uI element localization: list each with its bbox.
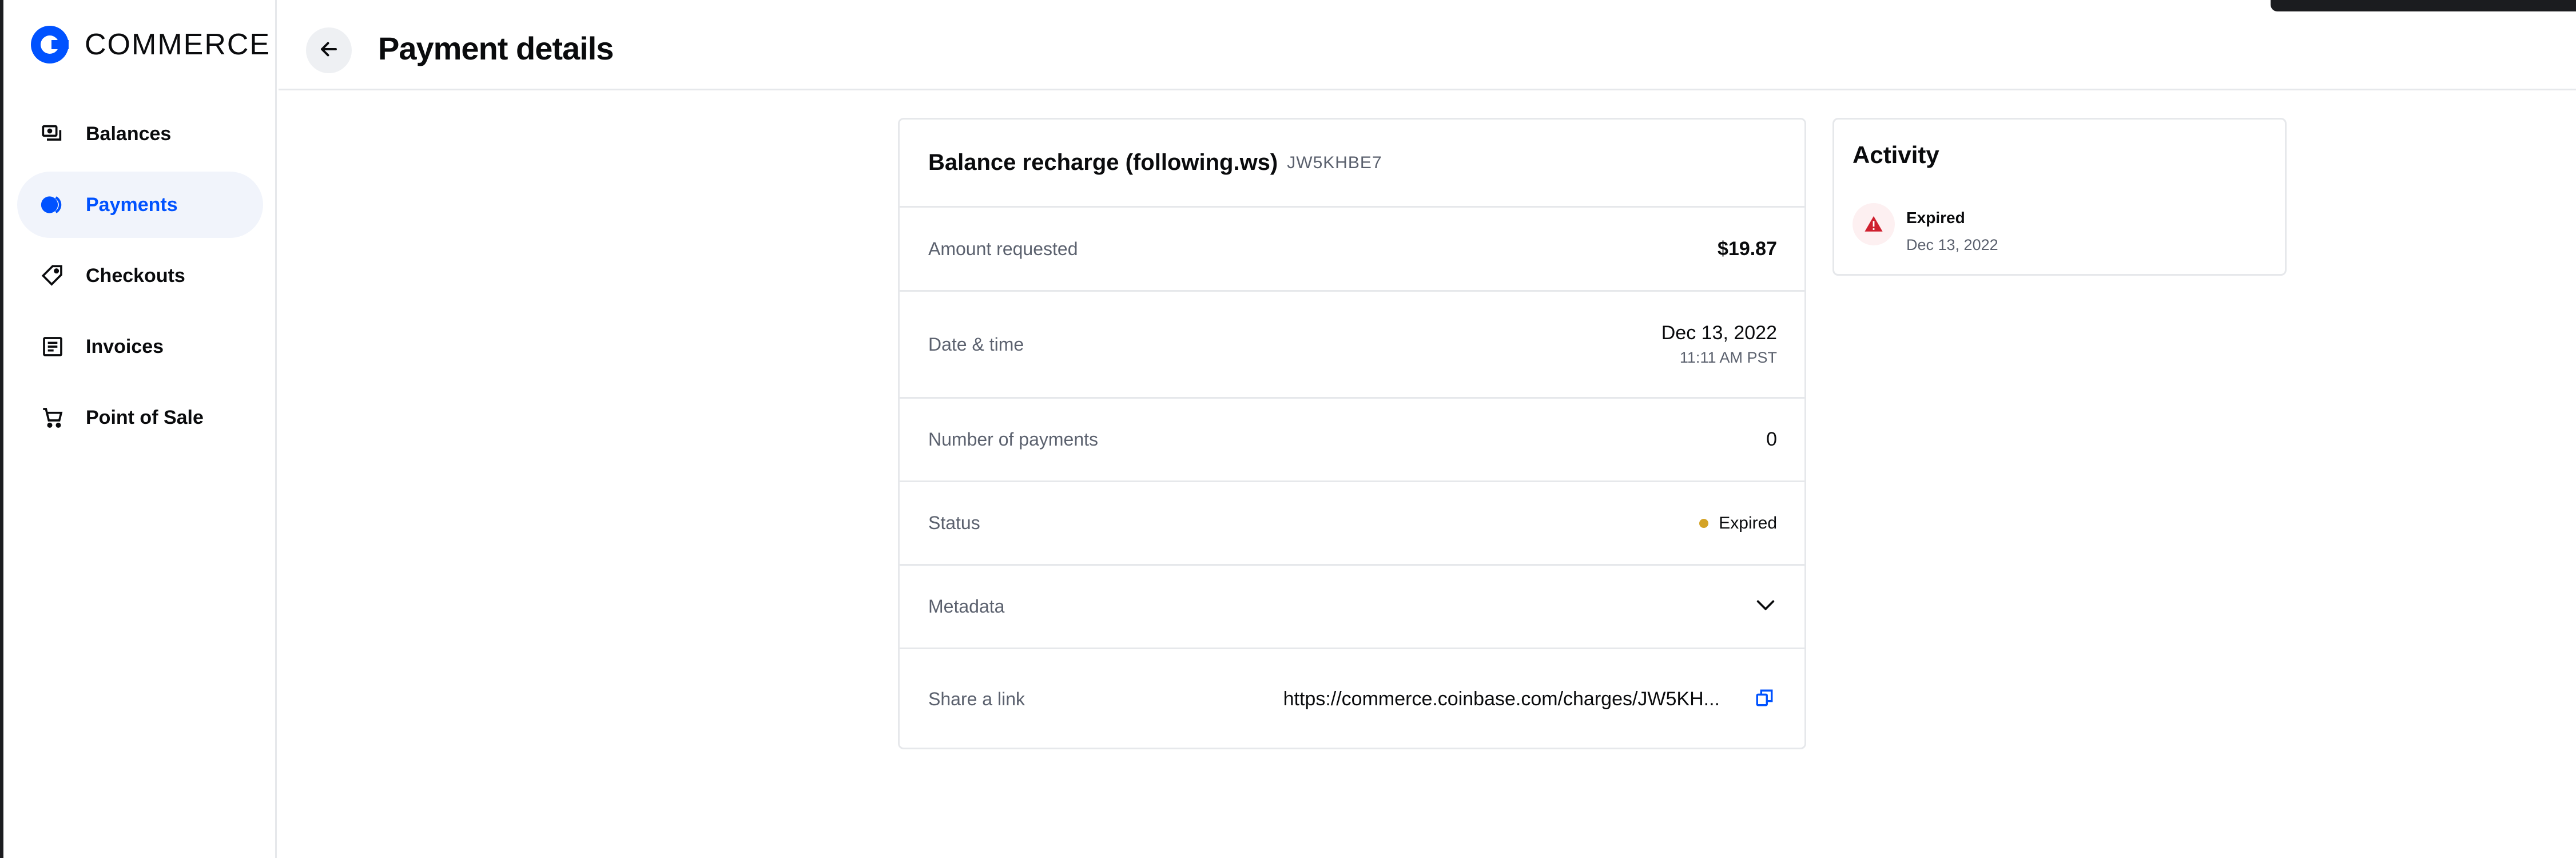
num-payments-row: Number of payments 0 (900, 399, 1804, 482)
arrow-left-icon (319, 39, 339, 62)
brand-name: COMMERCE (85, 28, 271, 61)
payment-details-card: Balance recharge (following.ws) JW5KHBE7… (898, 118, 1806, 749)
card-header: Balance recharge (following.ws) JW5KHBE7 (900, 120, 1804, 208)
num-payments-value: 0 (1766, 428, 1777, 450)
sidebar-item-checkouts[interactable]: Checkouts (17, 243, 263, 309)
metadata-label: Metadata (928, 596, 1005, 617)
activity-card: Activity Expired Dec 13, 2022 (1832, 118, 2287, 276)
status-row: Status Expired (900, 482, 1804, 566)
status-badge: Expired (1699, 514, 1777, 533)
status-dot-icon (1699, 518, 1709, 528)
share-label: Share a link (928, 688, 1025, 709)
payment-code: JW5KHBE7 (1287, 153, 1382, 172)
activity-event-status: Expired (1906, 209, 1965, 227)
amount-value: $19.87 (1718, 237, 1777, 260)
datetime-label: Date & time (928, 333, 1024, 355)
metadata-row[interactable]: Metadata (900, 566, 1804, 649)
num-payments-label: Number of payments (928, 429, 1099, 450)
payments-icon (40, 192, 65, 217)
tag-icon (40, 263, 65, 288)
chevron-down-icon[interactable] (1754, 594, 1777, 619)
sidebar-item-label: Point of Sale (86, 406, 204, 428)
sidebar-item-balances[interactable]: Balances (17, 101, 263, 167)
sidebar-item-label: Payments (86, 193, 178, 216)
coinbase-logo-icon (31, 26, 69, 63)
copy-button[interactable] (1752, 686, 1777, 712)
warning-icon (1853, 203, 1895, 245)
time-value: 11:11 AM PST (1679, 349, 1777, 366)
sidebar-item-point-of-sale[interactable]: Point of Sale (17, 384, 263, 451)
activity-event-date: Dec 13, 2022 (1906, 236, 1998, 253)
copy-icon (1755, 688, 1774, 710)
sidebar-nav: Balances Payments Checkouts Invoices Poi… (17, 101, 263, 455)
sidebar-item-payments[interactable]: Payments (17, 172, 263, 238)
status-label: Status (928, 513, 980, 533)
sidebar-item-label: Checkouts (86, 264, 185, 287)
datetime-value: Dec 13, 2022 11:11 AM PST (1661, 322, 1777, 367)
sidebar-item-invoices[interactable]: Invoices (17, 313, 263, 380)
back-button[interactable] (306, 27, 352, 73)
brand[interactable]: COMMERCE (31, 25, 271, 64)
invoice-icon (40, 334, 65, 359)
share-link-group: https://commerce.coinbase.com/charges/JW… (1283, 686, 1777, 712)
sidebar-item-label: Balances (86, 122, 172, 145)
amount-label: Amount requested (928, 238, 1078, 259)
amount-row: Amount requested $19.87 (900, 208, 1804, 292)
share-link-row: Share a link https://commerce.coinbase.c… (900, 649, 1804, 749)
status-value: Expired (1719, 513, 1777, 533)
datetime-row: Date & time Dec 13, 2022 11:11 AM PST (900, 292, 1804, 399)
sidebar: COMMERCE Balances Payments Checkouts Inv… (3, 0, 277, 858)
page-title: Payment details (378, 30, 614, 66)
date-value: Dec 13, 2022 (1661, 322, 1777, 344)
sidebar-item-label: Invoices (86, 335, 164, 357)
payment-title: Balance recharge (following.ws) (928, 150, 1278, 175)
cart-icon (40, 405, 65, 430)
page-header: Payment details (279, 0, 2576, 90)
balances-icon (40, 121, 65, 146)
activity-title: Activity (1853, 141, 1939, 168)
share-link[interactable]: https://commerce.coinbase.com/charges/JW… (1283, 688, 1720, 710)
